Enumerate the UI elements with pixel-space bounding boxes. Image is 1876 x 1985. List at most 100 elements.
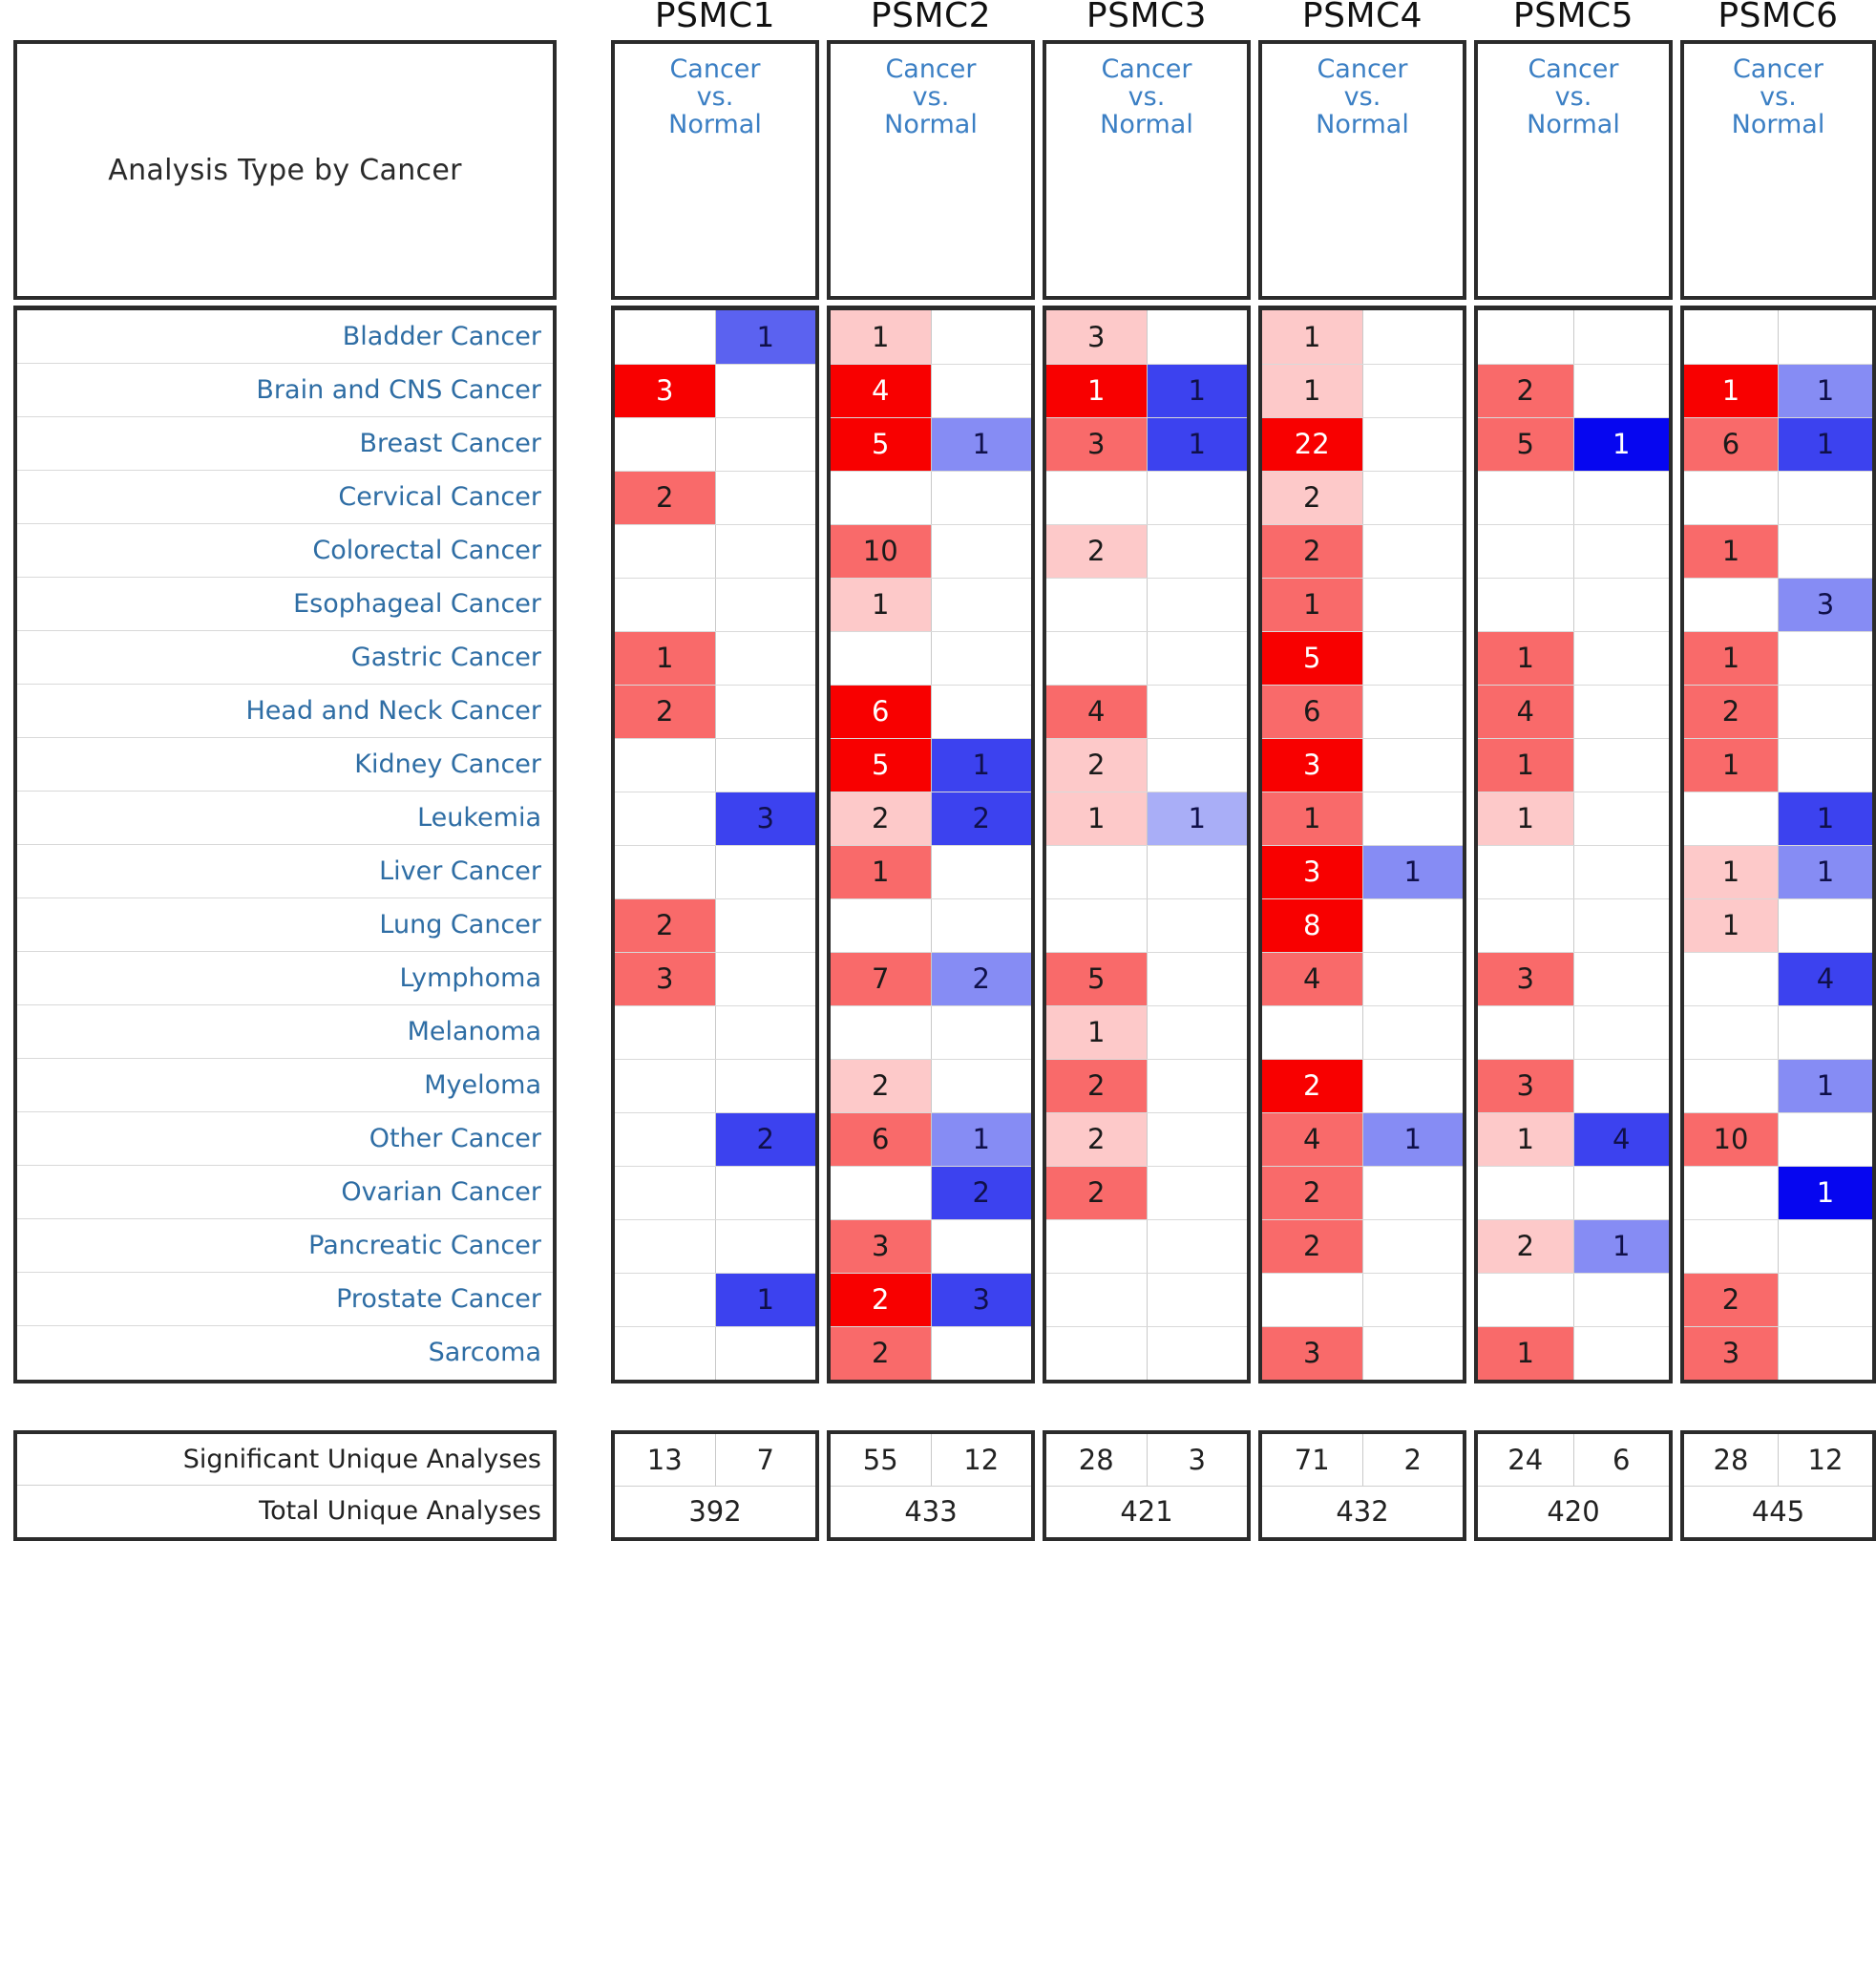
under-expression-cell[interactable]: 2: [931, 1166, 1031, 1220]
over-expression-cell[interactable]: 2: [1046, 1112, 1148, 1167]
cancer-type-label[interactable]: Lymphoma: [17, 952, 553, 1005]
cancer-type-label[interactable]: Prostate Cancer: [17, 1273, 553, 1326]
over-expression-cell[interactable]: 1: [1478, 631, 1574, 686]
over-expression-cell[interactable]: 2: [1262, 1166, 1363, 1220]
under-expression-cell[interactable]: 2: [931, 952, 1031, 1006]
gene-name-label[interactable]: PSMC2: [827, 0, 1035, 35]
under-expression-cell[interactable]: 1: [1573, 417, 1669, 472]
under-expression-cell[interactable]: 1: [1778, 1059, 1872, 1113]
over-expression-cell[interactable]: 3: [1262, 845, 1363, 899]
over-expression-cell[interactable]: 2: [1262, 1059, 1363, 1113]
over-expression-cell[interactable]: 2: [1046, 738, 1148, 792]
cancer-type-label[interactable]: Breast Cancer: [17, 417, 553, 471]
over-expression-cell[interactable]: 22: [1262, 417, 1363, 472]
cancer-type-label[interactable]: Kidney Cancer: [17, 738, 553, 792]
over-expression-cell[interactable]: 10: [831, 524, 932, 579]
cancer-type-label[interactable]: Pancreatic Cancer: [17, 1219, 553, 1273]
over-expression-cell[interactable]: 1: [1262, 364, 1363, 418]
cancer-type-label[interactable]: Leukemia: [17, 792, 553, 845]
over-expression-cell[interactable]: 2: [1478, 1219, 1574, 1274]
under-expression-cell[interactable]: 1: [1778, 417, 1872, 472]
under-expression-cell[interactable]: 1: [1778, 364, 1872, 418]
over-expression-cell[interactable]: 1: [1684, 631, 1779, 686]
under-expression-cell[interactable]: 3: [1778, 578, 1872, 632]
over-expression-cell[interactable]: 2: [1262, 471, 1363, 525]
cancer-type-label[interactable]: Colorectal Cancer: [17, 524, 553, 578]
over-expression-cell[interactable]: 2: [831, 1059, 932, 1113]
over-expression-cell[interactable]: 2: [1478, 364, 1574, 418]
over-expression-cell[interactable]: 2: [1684, 685, 1779, 739]
cancer-type-label[interactable]: Myeloma: [17, 1059, 553, 1112]
under-expression-cell[interactable]: 2: [931, 792, 1031, 846]
over-expression-cell[interactable]: 1: [831, 310, 932, 365]
over-expression-cell[interactable]: 1: [1262, 578, 1363, 632]
over-expression-cell[interactable]: 1: [1046, 792, 1148, 846]
over-expression-cell[interactable]: 4: [1478, 685, 1574, 739]
over-expression-cell[interactable]: 3: [1262, 1326, 1363, 1380]
gene-name-label[interactable]: PSMC6: [1680, 0, 1876, 35]
over-expression-cell[interactable]: 1: [1478, 1112, 1574, 1167]
under-expression-cell[interactable]: 2: [715, 1112, 815, 1167]
over-expression-cell[interactable]: 8: [1262, 898, 1363, 953]
over-expression-cell[interactable]: 1: [1262, 792, 1363, 846]
over-expression-cell[interactable]: 1: [1684, 898, 1779, 953]
cancer-type-label[interactable]: Sarcoma: [17, 1326, 553, 1380]
over-expression-cell[interactable]: 3: [1046, 310, 1148, 365]
over-expression-cell[interactable]: 4: [1262, 1112, 1363, 1167]
cancer-type-label[interactable]: Ovarian Cancer: [17, 1166, 553, 1219]
cancer-type-label[interactable]: Bladder Cancer: [17, 310, 553, 364]
over-expression-cell[interactable]: 1: [1684, 364, 1779, 418]
over-expression-cell[interactable]: 4: [1046, 685, 1148, 739]
over-expression-cell[interactable]: 2: [831, 792, 932, 846]
cancer-type-label[interactable]: Cervical Cancer: [17, 471, 553, 524]
over-expression-cell[interactable]: 6: [831, 1112, 932, 1167]
gene-name-label[interactable]: PSMC4: [1258, 0, 1466, 35]
cancer-type-label[interactable]: Head and Neck Cancer: [17, 685, 553, 738]
over-expression-cell[interactable]: 3: [831, 1219, 932, 1274]
over-expression-cell[interactable]: 5: [1478, 417, 1574, 472]
over-expression-cell[interactable]: 7: [831, 952, 932, 1006]
over-expression-cell[interactable]: 10: [1684, 1112, 1779, 1167]
under-expression-cell[interactable]: 1: [1778, 845, 1872, 899]
under-expression-cell[interactable]: 1: [931, 738, 1031, 792]
over-expression-cell[interactable]: 2: [615, 471, 716, 525]
over-expression-cell[interactable]: 5: [831, 417, 932, 472]
cancer-type-label[interactable]: Melanoma: [17, 1005, 553, 1059]
under-expression-cell[interactable]: 4: [1778, 952, 1872, 1006]
over-expression-cell[interactable]: 1: [1262, 310, 1363, 365]
over-expression-cell[interactable]: 3: [615, 952, 716, 1006]
over-expression-cell[interactable]: 2: [1046, 524, 1148, 579]
over-expression-cell[interactable]: 2: [1262, 524, 1363, 579]
over-expression-cell[interactable]: 1: [1684, 845, 1779, 899]
under-expression-cell[interactable]: 1: [1147, 792, 1247, 846]
under-expression-cell[interactable]: 3: [715, 792, 815, 846]
over-expression-cell[interactable]: 3: [1478, 1059, 1574, 1113]
over-expression-cell[interactable]: 1: [1684, 738, 1779, 792]
cancer-type-label[interactable]: Liver Cancer: [17, 845, 553, 898]
over-expression-cell[interactable]: 2: [831, 1273, 932, 1327]
cancer-type-label[interactable]: Brain and CNS Cancer: [17, 364, 553, 417]
over-expression-cell[interactable]: 3: [1684, 1326, 1779, 1380]
over-expression-cell[interactable]: 2: [1262, 1219, 1363, 1274]
over-expression-cell[interactable]: 5: [831, 738, 932, 792]
under-expression-cell[interactable]: 1: [1362, 1112, 1463, 1167]
under-expression-cell[interactable]: 1: [1778, 1166, 1872, 1220]
over-expression-cell[interactable]: 4: [831, 364, 932, 418]
gene-name-label[interactable]: PSMC3: [1043, 0, 1251, 35]
over-expression-cell[interactable]: 5: [1262, 631, 1363, 686]
over-expression-cell[interactable]: 3: [1478, 952, 1574, 1006]
over-expression-cell[interactable]: 1: [1684, 524, 1779, 579]
over-expression-cell[interactable]: 2: [1046, 1059, 1148, 1113]
over-expression-cell[interactable]: 3: [615, 364, 716, 418]
over-expression-cell[interactable]: 3: [1046, 417, 1148, 472]
over-expression-cell[interactable]: 4: [1262, 952, 1363, 1006]
under-expression-cell[interactable]: 1: [1362, 845, 1463, 899]
over-expression-cell[interactable]: 1: [831, 845, 932, 899]
under-expression-cell[interactable]: 4: [1573, 1112, 1669, 1167]
under-expression-cell[interactable]: 1: [715, 1273, 815, 1327]
over-expression-cell[interactable]: 2: [1046, 1166, 1148, 1220]
cancer-type-label[interactable]: Gastric Cancer: [17, 631, 553, 685]
over-expression-cell[interactable]: 6: [1262, 685, 1363, 739]
over-expression-cell[interactable]: 1: [615, 631, 716, 686]
under-expression-cell[interactable]: 1: [1778, 792, 1872, 846]
